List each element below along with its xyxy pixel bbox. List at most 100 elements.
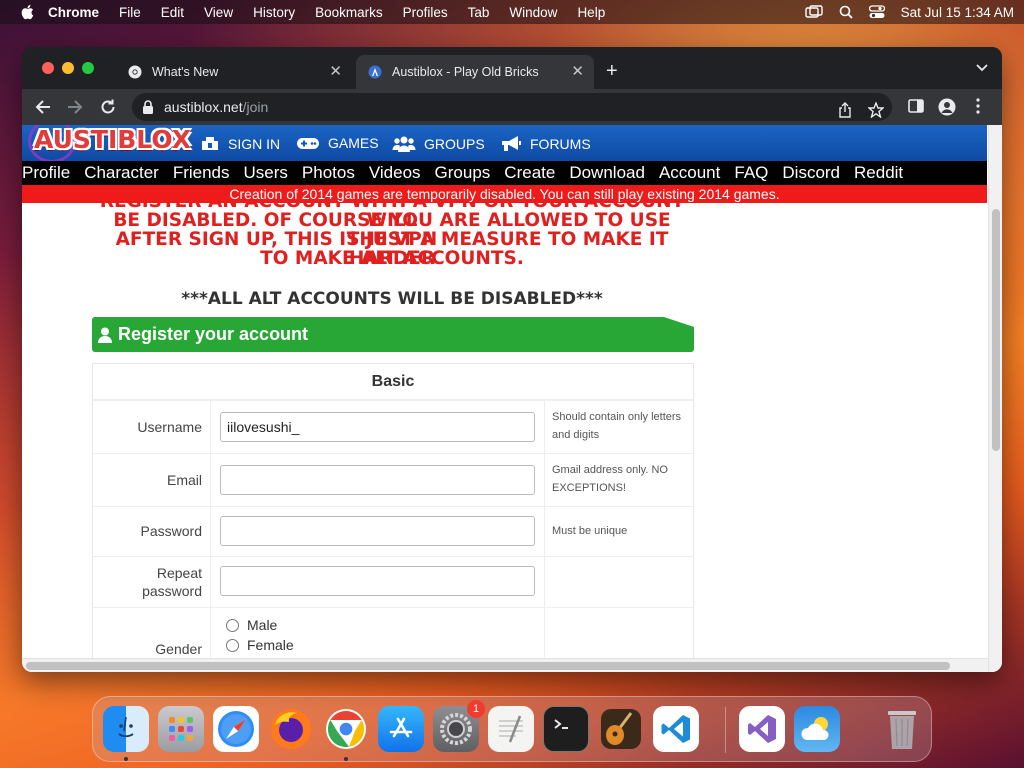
spotlight-search-icon[interactable] (839, 5, 853, 19)
finder-app-icon[interactable] (103, 706, 149, 752)
chevron-down-icon[interactable] (976, 64, 988, 72)
address-bar[interactable]: austiblox.net/join (132, 93, 892, 121)
menu-clock[interactable]: Sat Jul 15 1:34 AM (901, 5, 1014, 20)
textedit-app-icon[interactable] (488, 706, 534, 752)
share-icon[interactable] (838, 102, 852, 118)
subnav-friends[interactable]: Friends (173, 163, 230, 183)
terminal-app-icon[interactable] (543, 706, 589, 752)
user-icon (98, 327, 112, 343)
register-banner: Register your account (92, 317, 694, 352)
subnav-create[interactable]: Create (504, 163, 555, 183)
menu-edit[interactable]: Edit (161, 5, 184, 20)
bookmark-star-icon[interactable] (868, 102, 884, 118)
menu-window[interactable]: Window (509, 5, 557, 20)
nav-sign-in[interactable]: SIGN IN (200, 135, 280, 153)
vertical-scrollbar[interactable] (988, 125, 1002, 672)
url-host: austiblox.net (164, 99, 243, 115)
chrome-icon (128, 65, 142, 79)
close-tab-icon[interactable]: ✕ (329, 64, 342, 80)
username-row: Username Should contain only letters and… (93, 400, 693, 453)
notification-badge: 1 (467, 700, 485, 718)
subnav-profile[interactable]: Profile (22, 163, 70, 183)
chrome-app-icon[interactable] (323, 706, 369, 752)
form-section-title: Basic (93, 364, 693, 400)
subnav-photos[interactable]: Photos (302, 163, 355, 183)
email-label: Email (166, 472, 202, 488)
menu-history[interactable]: History (253, 5, 295, 20)
gamepad-icon (296, 135, 320, 151)
menu-view[interactable]: View (204, 5, 233, 20)
forward-arrow-icon[interactable] (66, 98, 84, 116)
subnav-download[interactable]: Download (569, 163, 645, 183)
subnav-character[interactable]: Character (84, 163, 159, 183)
safari-app-icon[interactable] (213, 706, 259, 752)
username-hint: Should contain only letters and digits (544, 401, 692, 453)
garageband-app-icon[interactable] (598, 706, 644, 752)
back-arrow-icon[interactable] (34, 98, 52, 116)
control-center-icon[interactable] (868, 5, 885, 19)
apple-logo-icon[interactable] (20, 4, 34, 20)
menu-profiles[interactable]: Profiles (403, 5, 448, 20)
site-header: AUSTIBLOX SIGN IN GAMES GROUPS FORUMS (22, 125, 987, 163)
nav-games[interactable]: GAMES (296, 135, 379, 151)
radio-button[interactable] (226, 618, 239, 632)
subnav-groups[interactable]: Groups (435, 163, 491, 183)
vertical-scroll-thumb[interactable] (992, 209, 1000, 451)
side-panel-icon[interactable] (908, 98, 924, 114)
menu-help[interactable]: Help (577, 5, 605, 20)
tab-whats-new[interactable]: What's New ✕ (116, 55, 352, 89)
password-hint: Must be unique (544, 507, 692, 556)
close-tab-icon[interactable]: ✕ (571, 64, 584, 80)
username-input[interactable] (220, 412, 535, 442)
browser-toolbar: austiblox.net/join (22, 89, 1002, 125)
subnav-users[interactable]: Users (244, 163, 288, 183)
lock-icon[interactable] (142, 100, 154, 114)
page-viewport: AUSTIBLOX SIGN IN GAMES GROUPS FORUMS Pr… (22, 125, 1002, 672)
password-input[interactable] (220, 516, 535, 546)
gender-female-option[interactable]: Female (226, 637, 294, 653)
subnav-reddit[interactable]: Reddit (854, 163, 903, 183)
repeat-password-row: Repeat password (93, 556, 693, 607)
screen-mirroring-icon[interactable] (804, 5, 823, 19)
menu-bookmarks[interactable]: Bookmarks (315, 5, 383, 20)
repeat-password-input[interactable] (220, 566, 535, 596)
nav-groups[interactable]: GROUPS (392, 135, 485, 153)
zoom-window-button[interactable] (82, 62, 94, 74)
new-tab-button[interactable]: + (606, 61, 618, 81)
subnav-faq[interactable]: FAQ (734, 163, 768, 183)
site-sub-nav: Profile Character Friends Users Photos V… (22, 161, 987, 185)
vscode-app-icon[interactable] (653, 706, 699, 752)
more-menu-icon[interactable] (976, 98, 980, 114)
menu-file[interactable]: File (119, 5, 141, 20)
subnav-discord[interactable]: Discord (782, 163, 840, 183)
nav-label: GROUPS (424, 136, 485, 152)
profile-avatar-icon[interactable] (938, 98, 956, 116)
reload-icon[interactable] (99, 98, 117, 116)
tab-austiblox[interactable]: Austiblox - Play Old Bricks ✕ (356, 55, 594, 89)
system-settings-app-icon[interactable]: 1 (433, 700, 485, 752)
password-label: Password (140, 523, 202, 539)
app-store-app-icon[interactable] (378, 706, 424, 752)
email-input[interactable] (220, 465, 535, 495)
close-window-button[interactable] (42, 62, 54, 74)
weather-app-icon[interactable] (794, 706, 840, 752)
austiblox-logo[interactable]: AUSTIBLOX (34, 125, 191, 154)
radio-button[interactable] (226, 638, 239, 652)
firefox-app-icon[interactable] (268, 706, 314, 752)
minimize-window-button[interactable] (62, 62, 74, 74)
nav-forums[interactable]: FORUMS (500, 135, 591, 153)
password-row: Password Must be unique (93, 506, 693, 556)
subnav-videos[interactable]: Videos (369, 163, 421, 183)
menu-app-name[interactable]: Chrome (48, 5, 99, 20)
register-title: Register your account (118, 324, 309, 344)
trash-icon[interactable] (879, 706, 925, 752)
gender-male-option[interactable]: Male (226, 617, 277, 633)
menu-tab[interactable]: Tab (468, 5, 490, 20)
username-label: Username (137, 419, 202, 435)
visual-studio-app-icon[interactable] (739, 706, 785, 752)
horizontal-scrollbar[interactable] (22, 658, 988, 672)
launchpad-app-icon[interactable] (158, 706, 204, 752)
subnav-account[interactable]: Account (659, 163, 720, 183)
horizontal-scroll-thumb[interactable] (26, 662, 950, 670)
repeat-password-hint-cell (544, 557, 692, 607)
